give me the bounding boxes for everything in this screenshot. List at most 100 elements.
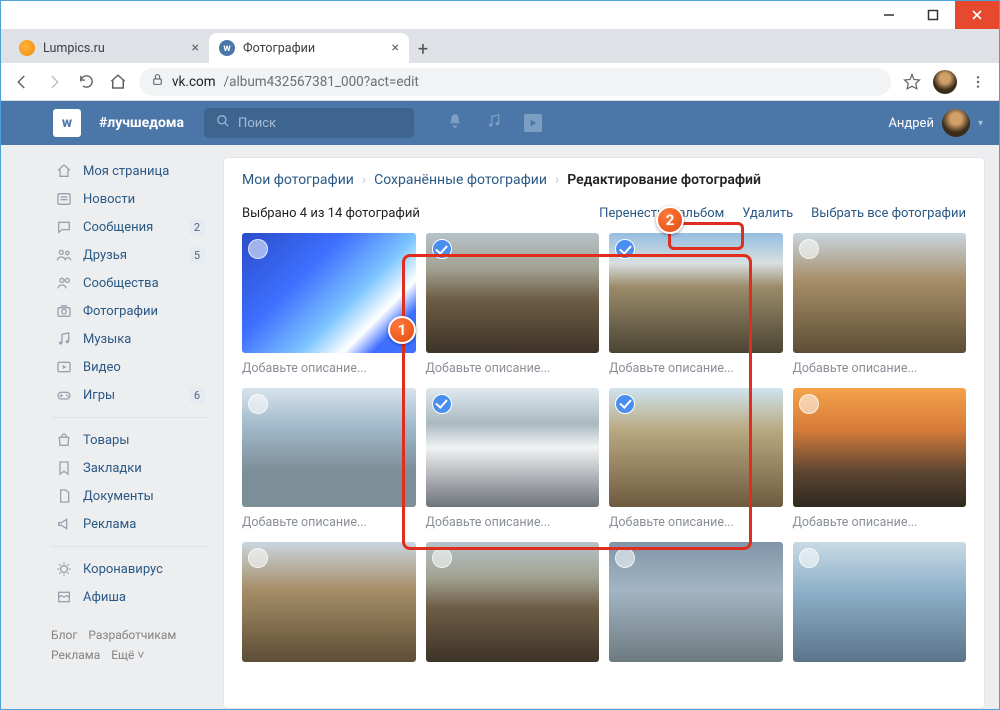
photo-select-checkbox[interactable] xyxy=(615,239,635,259)
photo-thumbnail[interactable] xyxy=(242,542,416,662)
photo-caption-input[interactable]: Добавьте описание... xyxy=(609,359,783,378)
search-placeholder: Поиск xyxy=(238,116,276,131)
url-field[interactable]: vk.com/album432567381_000?act=edit xyxy=(139,68,891,96)
photo-select-checkbox[interactable] xyxy=(248,394,268,414)
sidebar-item-docs[interactable]: Документы xyxy=(51,482,209,510)
sidebar-item-groups[interactable]: Сообщества xyxy=(51,269,209,297)
crumb-current: Редактирование фотографий xyxy=(567,172,761,188)
photo-card: Добавьте описание... xyxy=(609,388,783,533)
nav-forward-button[interactable] xyxy=(43,71,65,93)
window-maximize-button[interactable] xyxy=(911,1,955,29)
footer-link-more[interactable]: Ещё ˅ xyxy=(111,648,144,662)
sidebar-item-video[interactable]: Видео xyxy=(51,353,209,381)
sidebar-item-news[interactable]: Новости xyxy=(51,185,209,213)
browser-menu-button[interactable] xyxy=(967,71,989,93)
photo-select-checkbox[interactable] xyxy=(248,548,268,568)
lock-icon xyxy=(151,73,164,90)
sidebar-footer: Блог Разработчикам Реклама Ещё ˅ xyxy=(51,625,209,666)
sidebar-item-photos[interactable]: Фотографии xyxy=(51,297,209,325)
nav-home-button[interactable] xyxy=(107,71,129,93)
sidebar-item-music[interactable]: Музыка xyxy=(51,325,209,353)
photo-thumbnail[interactable] xyxy=(793,233,967,353)
photo-thumbnail[interactable] xyxy=(609,542,783,662)
footer-link-blog[interactable]: Блог xyxy=(51,628,77,642)
sidebar-item-label: Реклама xyxy=(83,517,136,532)
crumb-saved-photos[interactable]: Сохранённые фотографии xyxy=(374,172,547,188)
crumb-my-photos[interactable]: Мои фотографии xyxy=(242,172,354,188)
sidebar-item-bookmarks[interactable]: Закладки xyxy=(51,454,209,482)
sidebar-item-label: Друзья xyxy=(83,248,127,263)
sidebar-item-afisha[interactable]: Афиша xyxy=(51,583,209,611)
sidebar-item-home[interactable]: Моя страница xyxy=(51,157,209,185)
photo-thumbnail[interactable] xyxy=(426,388,600,508)
news-icon xyxy=(55,190,73,208)
photo-select-checkbox[interactable] xyxy=(248,239,268,259)
vk-hashtag[interactable]: #лучшедома xyxy=(99,115,184,131)
window-titlebar xyxy=(1,1,999,29)
photo-select-checkbox[interactable] xyxy=(432,394,452,414)
photo-select-checkbox[interactable] xyxy=(799,239,819,259)
profile-avatar-button[interactable] xyxy=(933,70,957,94)
photo-thumbnail[interactable] xyxy=(609,388,783,508)
vk-search-field[interactable]: Поиск xyxy=(204,108,414,138)
sidebar-item-market[interactable]: Товары xyxy=(51,426,209,454)
photo-thumbnail[interactable] xyxy=(426,233,600,353)
photo-thumbnail[interactable] xyxy=(426,542,600,662)
photo-select-checkbox[interactable] xyxy=(615,548,635,568)
vk-logo-icon[interactable]: w xyxy=(53,109,81,137)
photo-caption-input[interactable]: Добавьте описание... xyxy=(242,513,416,532)
photo-caption-input[interactable]: Добавьте описание... xyxy=(426,513,600,532)
play-icon[interactable] xyxy=(524,114,542,132)
sidebar-item-games[interactable]: Игры6 xyxy=(51,381,209,409)
notifications-icon[interactable] xyxy=(446,112,464,134)
sidebar-item-virus[interactable]: Коронавирус xyxy=(51,555,209,583)
bookmarks-icon xyxy=(55,459,73,477)
sidebar-item-friends[interactable]: Друзья5 xyxy=(51,241,209,269)
sidebar-item-label: Товары xyxy=(83,433,129,448)
virus-icon xyxy=(55,560,73,578)
footer-link-developers[interactable]: Разработчикам xyxy=(88,628,176,642)
photo-caption-input[interactable]: Добавьте описание... xyxy=(609,513,783,532)
music-icon xyxy=(55,330,73,348)
sidebar-item-label: Музыка xyxy=(83,332,131,347)
photo-thumbnail[interactable] xyxy=(793,388,967,508)
delete-link[interactable]: Удалить xyxy=(742,206,793,221)
window-close-button[interactable] xyxy=(955,1,999,29)
photo-card xyxy=(242,542,416,662)
annotation-number-1: 1 xyxy=(388,316,416,344)
photo-card xyxy=(609,542,783,662)
select-all-link[interactable]: Выбрать все фотографии xyxy=(811,206,966,221)
sidebar-item-msg[interactable]: Сообщения2 xyxy=(51,213,209,241)
tab-vk-photos[interactable]: w Фотографии × xyxy=(209,33,409,63)
nav-back-button[interactable] xyxy=(11,71,33,93)
photo-caption-input[interactable]: Добавьте описание... xyxy=(242,359,416,378)
photo-caption-input[interactable]: Добавьте описание... xyxy=(793,359,967,378)
photo-select-checkbox[interactable] xyxy=(615,394,635,414)
sidebar-item-label: Документы xyxy=(83,489,154,504)
vk-user-menu[interactable]: Андрей ▾ xyxy=(888,109,983,137)
favicon-vk-icon: w xyxy=(219,40,235,56)
photo-thumbnail[interactable] xyxy=(242,388,416,508)
main-panel: Мои фотографии › Сохранённые фотографии … xyxy=(223,157,985,709)
photo-thumbnail[interactable] xyxy=(609,233,783,353)
new-tab-button[interactable]: + xyxy=(409,35,437,63)
tab-title: Фотографии xyxy=(243,41,315,56)
sidebar-item-ads[interactable]: Реклама xyxy=(51,510,209,538)
window-minimize-button[interactable] xyxy=(867,1,911,29)
photo-select-checkbox[interactable] xyxy=(432,239,452,259)
footer-link-ads[interactable]: Реклама xyxy=(51,648,100,662)
tab-close-icon[interactable]: × xyxy=(192,40,199,56)
photo-select-checkbox[interactable] xyxy=(799,548,819,568)
vk-header-icons xyxy=(446,112,542,134)
music-icon[interactable] xyxy=(486,113,502,133)
bookmark-star-button[interactable] xyxy=(901,71,923,93)
photo-select-checkbox[interactable] xyxy=(799,394,819,414)
nav-reload-button[interactable] xyxy=(75,71,97,93)
photo-caption-input[interactable]: Добавьте описание... xyxy=(426,359,600,378)
url-path: /album432567381_000?act=edit xyxy=(224,74,419,90)
tab-close-icon[interactable]: × xyxy=(392,40,399,56)
photo-select-checkbox[interactable] xyxy=(432,548,452,568)
tab-lumpics[interactable]: Lumpics.ru × xyxy=(9,33,209,63)
photo-caption-input[interactable]: Добавьте описание... xyxy=(793,513,967,532)
photo-thumbnail[interactable] xyxy=(793,542,967,662)
